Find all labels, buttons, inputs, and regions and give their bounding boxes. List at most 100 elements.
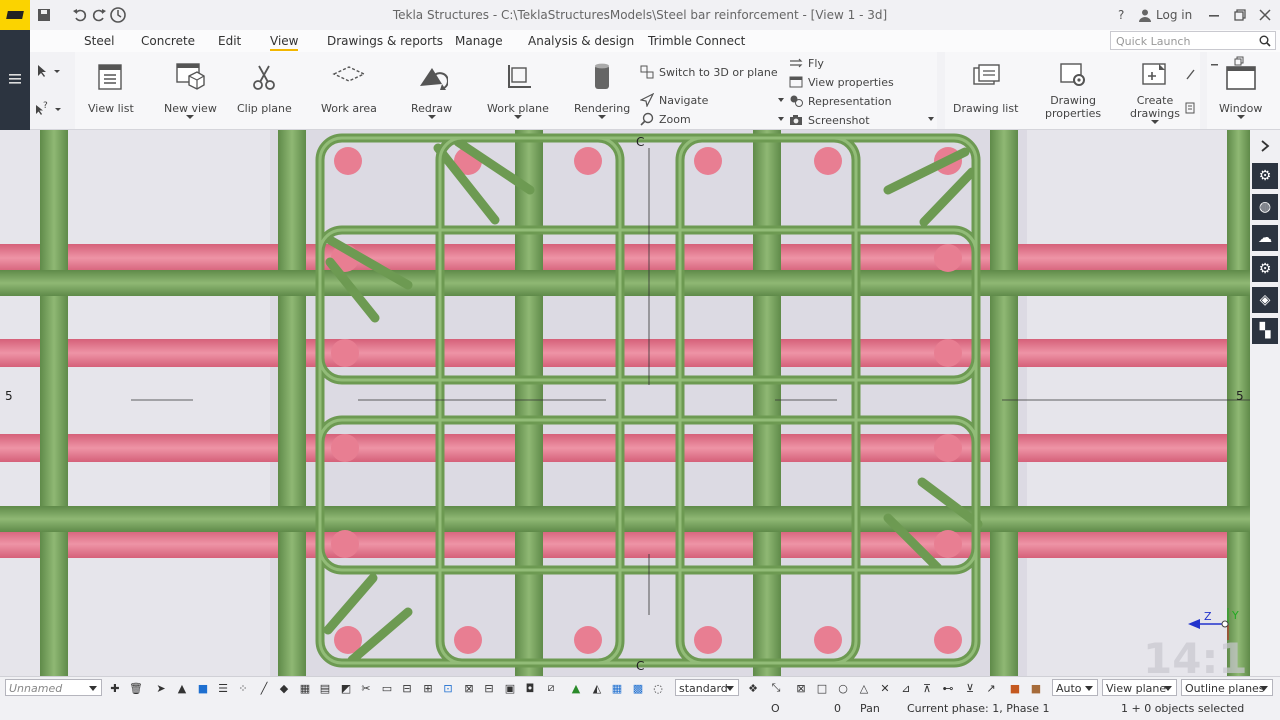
snap-27-icon[interactable]: ■ [1007,680,1023,696]
view-plane-combo[interactable]: View plane [1102,679,1177,696]
tab-steel[interactable]: Steel [84,34,114,48]
gear-icon[interactable]: ⚙ [1252,256,1278,282]
snap-1-icon[interactable]: ◩ [338,680,354,696]
quick-launch-input[interactable]: Quick Launch [1110,31,1276,50]
snap-14-icon[interactable]: ◌ [650,680,666,696]
snap-16-icon[interactable]: ⤡ [768,680,784,696]
objects-icon[interactable]: ▚ [1252,318,1278,344]
clip-plane-button[interactable]: Clip plane [237,60,292,115]
create-drawings-button[interactable]: Create drawings [1130,58,1180,125]
tab-edit[interactable]: Edit [218,34,241,48]
snap-15-icon[interactable]: ❖ [745,680,761,696]
tab-manage[interactable]: Manage [455,34,503,48]
snap-26-icon[interactable]: ↗ [983,680,999,696]
redraw-button[interactable]: Redraw [411,60,452,120]
new-view-button[interactable]: New view [164,60,217,120]
view-list-button[interactable]: View list [88,60,134,115]
snap-12-icon[interactable]: ▦ [609,680,625,696]
select-surface-icon[interactable]: ▤ [317,680,333,696]
ribbon-expand-icon[interactable] [928,117,934,121]
snap-18-icon[interactable]: □ [814,680,830,696]
fly-button[interactable]: Fly [789,56,824,70]
help-icon[interactable]: ? [1118,4,1124,26]
name-combo[interactable]: Unnamed [5,679,102,696]
chevron-right-icon[interactable] [1259,140,1271,152]
tab-trimble-connect[interactable]: Trimble Connect [648,34,745,48]
navigate-label: Navigate [659,93,709,107]
snap-23-icon[interactable]: ⊼ [919,680,935,696]
view-properties-button[interactable]: View properties [789,75,894,89]
outline-planes-combo[interactable]: Outline planes [1181,679,1273,696]
snap-cut-icon[interactable]: ✂ [358,680,374,696]
snap-22-icon[interactable]: ⊿ [898,680,914,696]
snap-3-icon[interactable]: ⊞ [420,680,436,696]
tab-analysis-design[interactable]: Analysis & design [528,34,634,48]
add-icon[interactable]: ✚ [107,680,123,696]
cloud-icon[interactable]: ☁ [1252,225,1278,251]
work-area-button[interactable]: Work area [321,60,377,115]
document-icon[interactable] [1185,102,1195,114]
drawing-list-button[interactable]: Drawing list [953,60,1018,115]
auto-combo[interactable]: Auto [1052,679,1098,696]
snap-7-icon[interactable]: ▣ [502,680,518,696]
standard-combo[interactable]: standard [675,679,739,696]
snap-5-icon[interactable]: ⊠ [461,680,477,696]
snap-9-icon[interactable]: ⧄ [543,680,559,696]
select-mesh-icon[interactable]: ▦ [297,680,313,696]
work-area-icon [332,60,366,94]
menu-bar: Steel Concrete Edit View Drawings & repo… [30,30,1280,52]
navigate-icon [640,93,654,107]
snap-10-icon[interactable]: ▲ [568,680,584,696]
tab-view[interactable]: View [270,34,299,51]
work-plane-label: Work plane [487,102,549,115]
delete-icon[interactable]: 🗑 [128,680,144,696]
zoom-button[interactable]: Zoom [640,112,691,126]
snap-28-icon[interactable]: ■ [1028,680,1044,696]
snap-8-icon[interactable]: ◘ [522,680,538,696]
drawing-properties-button[interactable]: Drawing properties [1045,58,1101,120]
select-grid-icon[interactable]: ☰ [215,680,231,696]
select-part-icon[interactable]: ▲ [174,680,190,696]
select-pointer-icon[interactable]: ➤ [153,680,169,696]
select-pointer-icon[interactable] [36,64,62,78]
snap-17-icon[interactable]: ⊠ [793,680,809,696]
switch-3d-button[interactable]: Switch to 3D or plane [640,65,778,79]
login-button[interactable]: Log in [1138,4,1192,26]
snap-11-icon[interactable]: ◭ [589,680,605,696]
globe-icon[interactable]: ◍ [1252,194,1278,220]
edit-pencil-icon[interactable] [1185,68,1195,80]
rendering-label: Rendering [574,102,631,115]
work-plane-button[interactable]: Work plane [487,60,549,120]
snap-21-icon[interactable]: ✕ [877,680,893,696]
select-points-icon[interactable]: ⁘ [235,680,251,696]
close-icon[interactable] [1259,4,1271,26]
navigate-button[interactable]: Navigate [640,93,708,107]
snap-20-icon[interactable]: △ [856,680,872,696]
select-3d-icon[interactable]: ◆ [276,680,292,696]
select-assembly-icon[interactable]: ■ [195,680,211,696]
snap-2-icon[interactable]: ⊟ [399,680,415,696]
tab-concrete[interactable]: Concrete [141,34,195,48]
snap-4-icon[interactable]: ⊡ [440,680,456,696]
select-line-icon[interactable]: ╱ [256,680,272,696]
hamburger-icon[interactable] [9,74,21,84]
snap-24-icon[interactable]: ⊷ [940,680,956,696]
chevron-down-icon [427,115,436,119]
rendering-button[interactable]: Rendering [574,60,630,120]
tab-drawings-reports[interactable]: Drawings & reports [327,34,443,48]
snap-25-icon[interactable]: ⊻ [962,680,978,696]
window-button[interactable]: Window [1219,60,1262,120]
minimize-icon[interactable] [1208,4,1220,26]
snap-box-icon[interactable]: ▭ [379,680,395,696]
snap-13-icon[interactable]: ▩ [630,680,646,696]
representation-button[interactable]: Representation [789,94,892,108]
property-settings-icon[interactable]: ⚙ [1252,163,1278,189]
context-help-icon[interactable]: ? [34,100,62,116]
screenshot-button[interactable]: Screenshot [789,113,870,127]
redraw-icon [415,60,449,94]
model-viewport[interactable]: C C 5 5 14:13 Z Y [0,130,1250,676]
snap-6-icon[interactable]: ⊟ [481,680,497,696]
cube-icon[interactable]: ◈ [1252,287,1278,313]
restore-icon[interactable] [1234,4,1246,26]
snap-19-icon[interactable]: ○ [835,680,851,696]
